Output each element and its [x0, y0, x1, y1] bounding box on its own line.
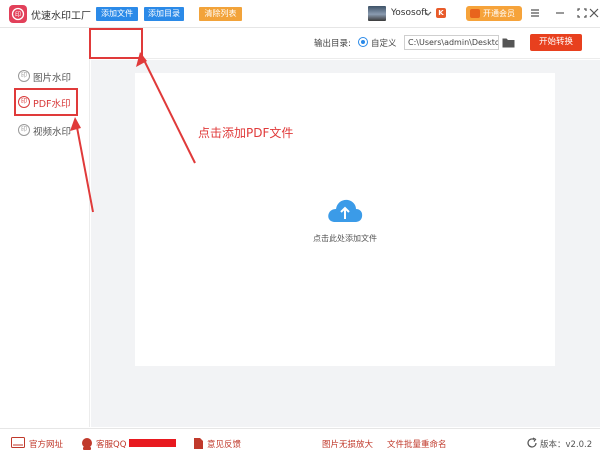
sidebar-item-image-watermark[interactable]: 印 图片水印	[18, 67, 82, 85]
watermark-stamp-icon: 印	[18, 124, 30, 136]
clear-list-button[interactable]: 清除列表	[199, 7, 242, 21]
feedback-icon	[194, 438, 203, 449]
close-icon[interactable]	[588, 5, 600, 21]
add-file-button[interactable]: 添加文件	[96, 7, 138, 21]
chevron-down-icon[interactable]	[424, 7, 432, 19]
add-folder-button[interactable]: 添加目录	[144, 7, 184, 21]
output-dir-label: 输出目录:	[314, 39, 351, 49]
watermark-stamp-icon: 印	[18, 70, 30, 82]
batch-rename-link[interactable]: 文件批量重命名	[387, 438, 447, 450]
lossless-enlarge-link[interactable]: 图片无损放大	[322, 438, 373, 450]
minimize-icon[interactable]	[552, 5, 568, 21]
refresh-icon[interactable]	[526, 437, 538, 449]
sidebar-item-video-watermark[interactable]: 印 视频水印	[18, 121, 82, 139]
custom-dir-radio[interactable]	[358, 37, 368, 47]
website-icon	[11, 437, 25, 448]
username[interactable]: Yososoft	[391, 8, 428, 18]
cloud-upload-icon[interactable]	[326, 197, 364, 225]
avatar[interactable]	[368, 6, 386, 21]
version-label: 版本：v2.0.2	[540, 440, 593, 450]
redacted-qq-number	[129, 439, 176, 447]
sidebar-item-label: 图片水印	[33, 73, 72, 84]
title-bar: 印 优速水印工厂 Yososoft K 开通会员	[0, 0, 600, 28]
app-logo-icon: 印	[9, 5, 27, 23]
app-title: 优速水印工厂	[31, 11, 91, 22]
folder-icon[interactable]	[502, 37, 515, 48]
sidebar-item-label: 视频水印	[33, 127, 72, 138]
customer-service-icon	[82, 438, 92, 450]
pdf-item-highlight-box	[14, 88, 78, 116]
menu-icon[interactable]	[527, 5, 543, 21]
custom-dir-radio-label[interactable]: 自定义	[371, 37, 397, 49]
start-convert-button[interactable]: 开始转换	[530, 34, 582, 51]
k-badge-icon[interactable]: K	[436, 8, 446, 18]
feedback-link[interactable]: 意见反馈	[207, 438, 241, 450]
svg-text:印: 印	[15, 12, 21, 19]
annotation-text: 点击添加PDF文件	[198, 126, 294, 140]
footer-bar: 官方网址 客服QQ 意见反馈 图片无损放大 文件批量重命名 版本：v2.0.2	[0, 428, 600, 456]
crown-icon	[470, 9, 480, 18]
customer-qq-link[interactable]: 客服QQ	[96, 438, 126, 450]
vip-button[interactable]: 开通会员	[466, 6, 522, 21]
output-path-input[interactable]: C:\Users\admin\Deskto	[404, 35, 499, 50]
add-file-highlight-box	[89, 28, 143, 59]
official-website-link[interactable]: 官方网址	[29, 438, 63, 450]
vip-label: 开通会员	[483, 9, 515, 18]
